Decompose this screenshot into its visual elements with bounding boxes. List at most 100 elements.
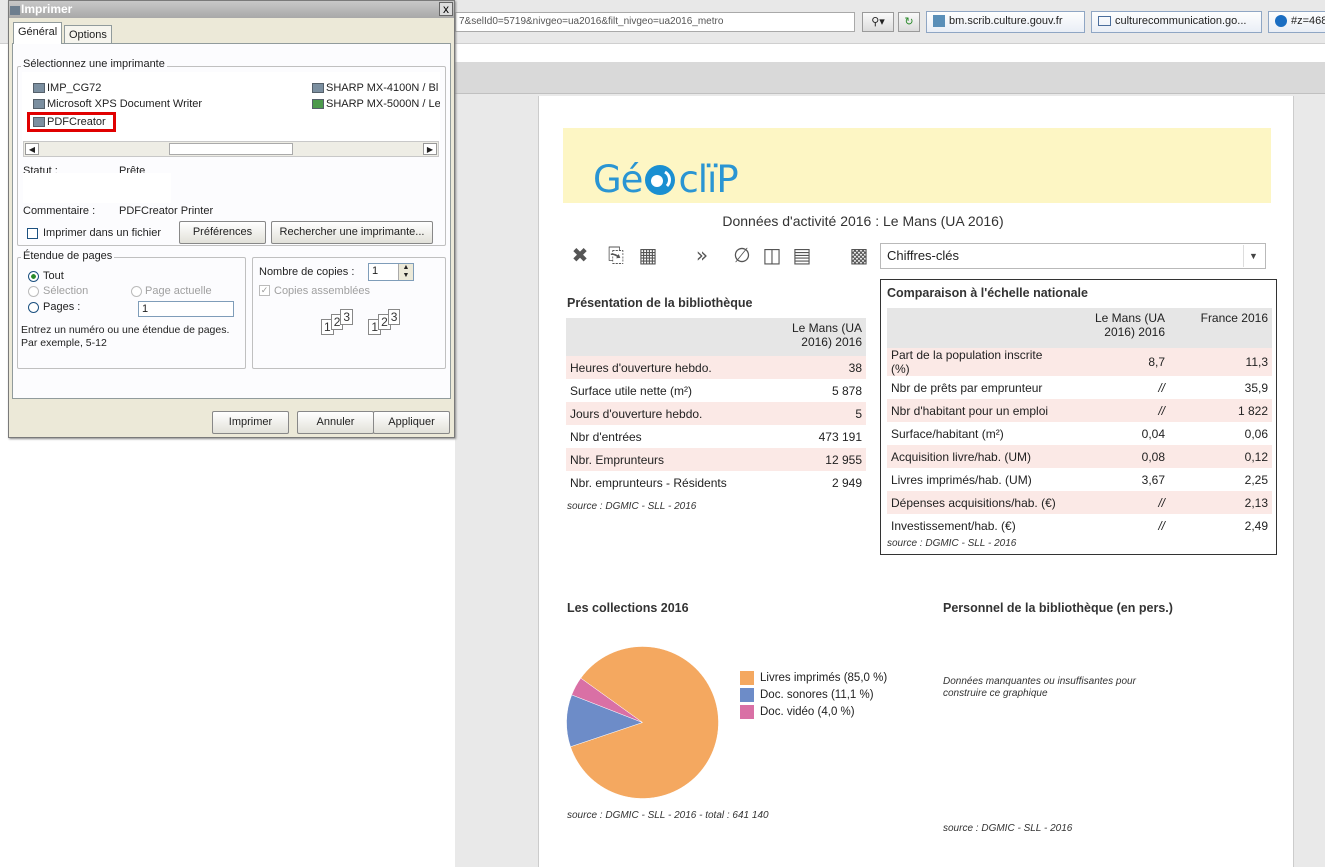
tab-label: bm.scrib.culture.gouv.fr	[949, 15, 1063, 27]
selection-label: Sélection	[43, 285, 89, 297]
table-row: Heures d'ouverture hebdo. 38	[566, 356, 866, 379]
pages-label: Pages :	[43, 301, 81, 313]
print-to-file-checkbox[interactable]	[27, 228, 38, 239]
comparison-source: source : DGMIC - SLL - 2016	[887, 538, 1017, 549]
apply-button[interactable]: Appliquer	[373, 411, 450, 434]
address-bar[interactable]: 7&selId0=5719&nivgeo=ua2016&filt_nivgeo=…	[455, 12, 855, 32]
row-value: 0,08	[1141, 449, 1165, 464]
copies-stepper-icon[interactable]: ▲ ▼	[398, 264, 413, 280]
scroll-left-icon[interactable]: ◀	[25, 143, 39, 155]
printer-icon	[33, 99, 45, 110]
print-all-icon[interactable]: ▦	[636, 243, 660, 267]
row-label: Nbr d'habitant pour un emploi	[891, 403, 1049, 418]
legend-label: Livres imprimés (85,0 %)	[760, 671, 888, 684]
page-icon	[1098, 16, 1111, 27]
tab-culturecommunication[interactable]: culturecommunication.go...	[1091, 11, 1262, 33]
row-value: 0,12	[1244, 449, 1268, 464]
row-label: Investissement/hab. (€)	[891, 518, 1016, 533]
row-value: 35,9	[1244, 380, 1268, 395]
tab-label: culturecommunication.go...	[1115, 15, 1247, 27]
row-value: //	[1158, 518, 1165, 533]
table-row: Nbr. emprunteurs - Résidents 2 949	[566, 471, 866, 494]
status-value: Prête	[119, 166, 146, 173]
row-label: Surface utile nette (m²)	[570, 383, 693, 398]
search-dropdown-button[interactable]: ⚲▾	[862, 12, 894, 32]
legend-item: Doc. sonores (11,1 %)	[740, 686, 920, 703]
print-dialog: Imprimer x Général Options Sélectionnez …	[8, 0, 455, 438]
scroll-right-icon[interactable]: ▶	[423, 143, 437, 155]
empty-set-icon[interactable]: ∅	[730, 243, 754, 267]
chevron-down-icon[interactable]: ▼	[1243, 245, 1263, 267]
row-label: Nbr. emprunteurs - Résidents	[570, 475, 727, 490]
table-row: Nbr d'habitant pour un emploi // 1 822	[887, 399, 1272, 422]
column-header: Le Mans (UA 2016) 2016	[781, 318, 866, 356]
copies-label: Nombre de copies :	[259, 266, 355, 278]
tab-options[interactable]: Options	[64, 25, 112, 44]
print-button[interactable]: Imprimer	[212, 411, 289, 434]
forward-icon[interactable]: »	[690, 243, 714, 267]
printer-icon	[33, 117, 45, 128]
scroll-thumb[interactable]	[169, 143, 293, 155]
pages-radio[interactable]	[28, 302, 39, 313]
printer-item[interactable]: SHARP MX-5000N / Le	[312, 98, 440, 110]
page-range-label: Étendue de pages	[21, 250, 115, 262]
tab-general[interactable]: Général	[13, 22, 63, 44]
tab-scrib[interactable]: bm.scrib.culture.gouv.fr	[926, 11, 1085, 33]
collections-pie-chart	[566, 646, 719, 799]
presentation-table: Le Mans (UA 2016) 2016 Heures d'ouvertur…	[566, 318, 866, 494]
printer-item[interactable]: SHARP MX-4100N / Bl	[312, 82, 440, 94]
comment-label: Commentaire :	[23, 205, 96, 217]
current-page-label: Page actuelle	[145, 285, 212, 297]
preferences-button[interactable]: Préférences	[179, 221, 266, 244]
close-button[interactable]: x	[439, 2, 453, 16]
collections-source: source : DGMIC - SLL - 2016 - total : 64…	[567, 810, 769, 821]
current-page-radio[interactable]	[131, 286, 142, 297]
collections-title: Les collections 2016	[567, 601, 689, 615]
row-value: 8,7	[1148, 355, 1165, 369]
close-icon[interactable]: ✖	[568, 243, 592, 267]
trash-icon[interactable]: ▩	[847, 243, 871, 267]
all-radio[interactable]	[28, 271, 39, 282]
collate-checkbox[interactable]: ✓	[259, 285, 270, 296]
tab-hash[interactable]: #z=468	[1268, 11, 1325, 33]
printer-group-label: Sélectionnez une imprimante	[21, 58, 167, 70]
collate-pages-icon: 123 123	[321, 309, 406, 335]
printer-label: Microsoft XPS Document Writer	[47, 98, 203, 110]
dialog-title: Imprimer	[21, 2, 73, 16]
printer-item[interactable]: Microsoft XPS Document Writer	[33, 98, 202, 110]
row-value: 5	[855, 406, 862, 421]
table-row: Livres imprimés/hab. (UM) 3,67 2,25	[887, 468, 1272, 491]
personnel-source: source : DGMIC - SLL - 2016	[943, 823, 1073, 834]
table-icon[interactable]: ◫	[760, 243, 784, 267]
row-value: 2 949	[831, 475, 862, 490]
save-icon[interactable]: ▤	[790, 243, 814, 267]
horizontal-scrollbar[interactable]: ◀ ▶	[23, 141, 439, 157]
empty-header	[887, 308, 1065, 348]
table-row: Jours d'ouverture hebdo. 5	[566, 402, 866, 425]
all-label: Tout	[43, 270, 64, 282]
legend-swatch	[740, 687, 754, 702]
refresh-icon[interactable]: ↻	[898, 12, 920, 32]
empty-header	[566, 318, 781, 356]
indicator-select[interactable]: Chiffres-clés	[880, 243, 1266, 269]
printer-item-selected[interactable]: PDFCreator	[27, 112, 116, 132]
legend-label: Doc. vidéo (4,0 %)	[760, 705, 855, 718]
cancel-button[interactable]: Annuler	[297, 411, 374, 434]
command-bar	[455, 62, 1325, 94]
printer-label: IMP_CG72	[47, 82, 102, 94]
pages-input[interactable]: 1	[138, 301, 234, 317]
row-value: 2,49	[1244, 518, 1268, 533]
find-printer-button[interactable]: Rechercher une imprimante...	[271, 221, 433, 244]
e-icon	[1275, 15, 1287, 28]
printer-list[interactable]: IMP_CG72 Microsoft XPS Document Writer P…	[22, 72, 440, 152]
printer-item[interactable]: IMP_CG72	[33, 82, 101, 94]
selection-radio[interactable]	[28, 286, 39, 297]
row-value: 0,04	[1141, 426, 1165, 441]
print-icon[interactable]: ⎘	[604, 243, 628, 267]
geoclip-logo: Gé clïP	[593, 158, 739, 201]
column-header: Le Mans (UA 2016) 2016	[1065, 308, 1169, 348]
row-value: //	[1158, 380, 1165, 395]
table-row: Nbr d'entrées 473 191	[566, 425, 866, 448]
personnel-missing-note: Données manquantes ou insuffisantes pour…	[943, 676, 1136, 699]
collate-label: Copies assemblées	[274, 285, 370, 297]
